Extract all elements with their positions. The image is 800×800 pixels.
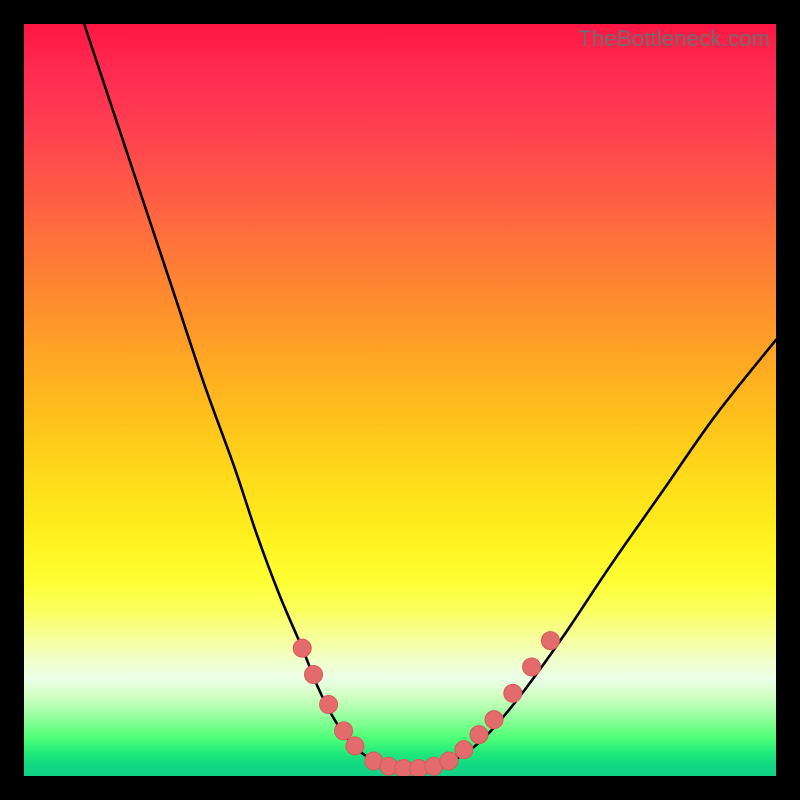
- chart-frame: TheBottleneck.com: [24, 24, 776, 776]
- data-marker: [293, 639, 311, 657]
- curve-layer: [84, 24, 776, 769]
- bottleneck-curve: [84, 24, 776, 769]
- data-marker: [305, 665, 323, 683]
- data-marker: [335, 722, 353, 740]
- data-marker: [455, 741, 473, 759]
- data-marker: [470, 726, 488, 744]
- chart-svg: [24, 24, 776, 776]
- data-marker: [541, 632, 559, 650]
- marker-layer: [293, 632, 559, 776]
- data-marker: [485, 711, 503, 729]
- data-marker: [523, 658, 541, 676]
- data-marker: [440, 752, 458, 770]
- chart-plot-area: TheBottleneck.com: [24, 24, 776, 776]
- data-marker: [346, 737, 364, 755]
- data-marker: [320, 696, 338, 714]
- data-marker: [504, 684, 522, 702]
